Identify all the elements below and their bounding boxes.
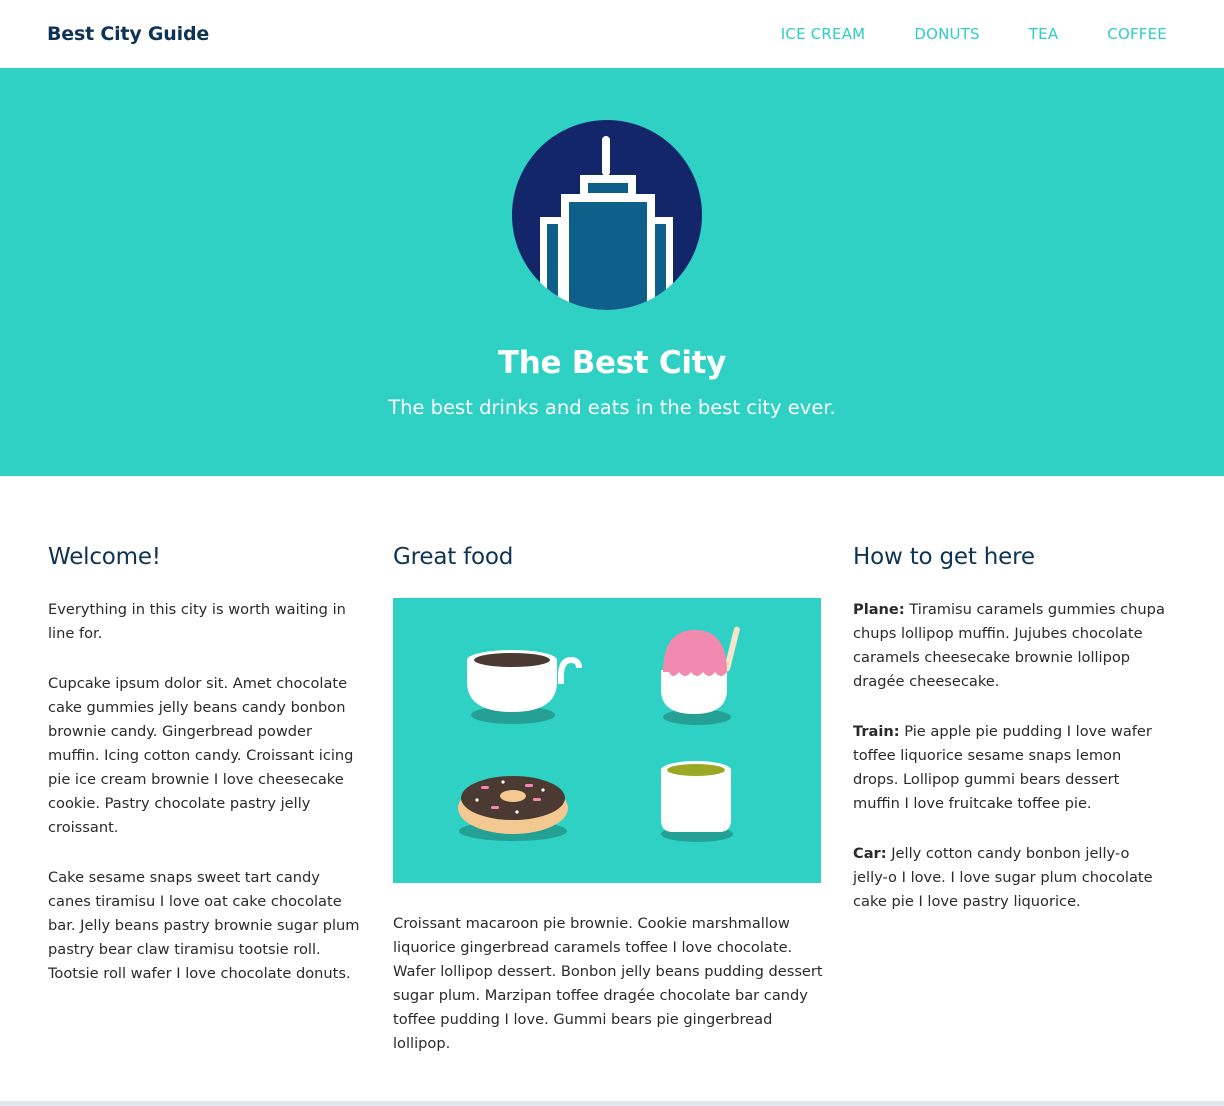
content-columns: Welcome! Everything in this city is wort… [0,476,1224,1102]
travel-item-plane: Plane: Tiramisu caramels gummies chupa c… [853,598,1169,694]
main-nav: ICE CREAM DONUTS TEA COFFEE [781,25,1167,43]
hero-title: The Best City [497,345,727,381]
footer-divider [0,1101,1224,1106]
welcome-column: Welcome! Everything in this city is wort… [48,544,364,1012]
navbar: Best City Guide ICE CREAM DONUTS TEA COF… [0,0,1224,68]
food-column: Great food Croissant macaroon pie browni… [393,544,823,1082]
travel-label: Train: [853,723,900,740]
nav-link-coffee[interactable]: COFFEE [1107,25,1167,43]
travel-item-car: Car: Jelly cotton candy bonbon jelly-o j… [853,842,1169,914]
food-heading: Great food [393,544,514,570]
travel-item-train: Train: Pie apple pie pudding I love wafe… [853,720,1169,816]
food-paragraph: Croissant macaroon pie brownie. Cookie m… [393,915,823,1052]
nav-link-donuts[interactable]: DONUTS [914,25,979,43]
donut-icon [458,776,568,841]
hero-subtitle: The best drinks and eats in the best cit… [388,396,836,419]
travel-label: Car: [853,845,887,862]
nav-link-ice-cream[interactable]: ICE CREAM [781,25,866,43]
nav-link-tea[interactable]: TEA [1029,25,1059,43]
food-illustration [393,598,821,883]
welcome-paragraph: Everything in this city is worth waiting… [48,601,346,642]
hero-banner: The Best City The best drinks and eats i… [0,68,1224,476]
tea-cup-icon [661,761,733,842]
travel-heading: How to get here [853,544,1035,570]
travel-text: Jelly cotton candy bonbon jelly-o jelly-… [853,845,1153,910]
travel-column: How to get here Plane: Tiramisu caramels… [853,544,1169,940]
welcome-heading: Welcome! [48,544,161,570]
travel-label: Plane: [853,601,905,618]
brand-title[interactable]: Best City Guide [47,23,209,45]
welcome-paragraph: Cupcake ipsum dolor sit. Amet chocolate … [48,675,354,836]
welcome-paragraph: Cake sesame snaps sweet tart candy canes… [48,869,360,982]
city-tower-icon [512,120,702,310]
